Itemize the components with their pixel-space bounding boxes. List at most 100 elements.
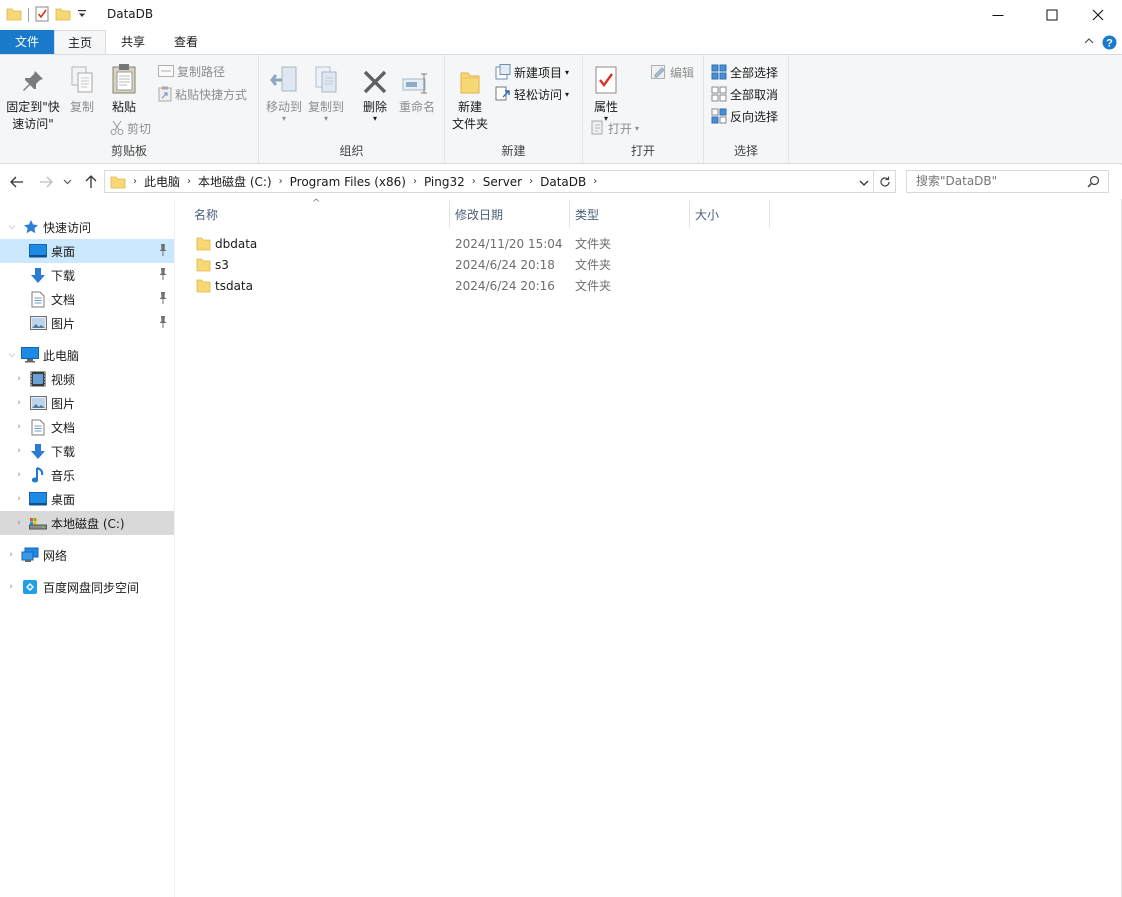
column-header-date[interactable]: 修改日期: [450, 200, 570, 228]
copy-to-button[interactable]: 复制到 ▾: [307, 61, 345, 123]
nav-pc-local-disk[interactable]: › 本地磁盘 (C:): [0, 511, 174, 535]
minimize-button[interactable]: [975, 0, 1021, 30]
breadcrumb-label: 本地磁盘 (C:): [198, 175, 272, 189]
nav-pc-desktop[interactable]: › 桌面: [0, 487, 174, 511]
pin-icon[interactable]: [158, 244, 168, 259]
breadcrumb-ping32[interactable]: Ping32 ›: [424, 171, 483, 192]
chevron-right-icon[interactable]: ›: [14, 374, 24, 384]
open-button[interactable]: 打开 ▾: [591, 118, 639, 138]
paste-button[interactable]: 粘贴: [104, 61, 144, 116]
help-icon[interactable]: ?: [1102, 35, 1117, 53]
title-bar: DataDB: [0, 0, 1122, 30]
pin-to-quick-access-button[interactable]: 固定到"快 速访问": [4, 61, 62, 133]
nav-baidu-sync[interactable]: › 百度网盘同步空间: [0, 575, 174, 599]
breadcrumb-chevron-icon[interactable]: ›: [126, 176, 144, 187]
invert-selection-button[interactable]: 反向选择: [711, 106, 778, 126]
nav-pc-videos[interactable]: › 视频: [0, 367, 174, 391]
chevron-right-icon[interactable]: ›: [14, 422, 24, 432]
new-folder-icon[interactable]: [55, 6, 71, 25]
folder-icon: [110, 174, 126, 190]
nav-qa-pictures[interactable]: 图片: [0, 311, 174, 335]
pin-icon[interactable]: [158, 292, 168, 307]
move-to-button[interactable]: 移动到 ▾: [265, 61, 303, 123]
select-none-button[interactable]: 全部取消: [711, 84, 778, 104]
new-folder-button[interactable]: 新建 文件夹: [449, 61, 491, 133]
breadcrumb-chevron-icon[interactable]: ›: [406, 176, 424, 187]
back-button[interactable]: [8, 173, 26, 191]
breadcrumb-chevron-icon[interactable]: ›: [272, 176, 290, 187]
breadcrumb-chevron-icon[interactable]: ›: [586, 176, 604, 187]
breadcrumb-local-disk[interactable]: 本地磁盘 (C:) ›: [198, 171, 290, 192]
refresh-button[interactable]: [874, 170, 896, 193]
nav-pc-pictures[interactable]: › 图片: [0, 391, 174, 415]
properties-button[interactable]: 属性 ▾: [589, 61, 623, 123]
tab-home[interactable]: 主页: [54, 30, 106, 55]
breadcrumb-chevron-icon[interactable]: ›: [180, 176, 198, 187]
forward-button[interactable]: [37, 173, 55, 191]
recent-locations-button[interactable]: [61, 173, 73, 191]
file-date: 2024/6/24 20:16: [455, 278, 555, 293]
maximize-button[interactable]: [1029, 0, 1075, 30]
breadcrumb-server[interactable]: Server ›: [483, 171, 540, 192]
tab-view[interactable]: 查看: [160, 30, 212, 54]
nav-pc-downloads[interactable]: › 下载: [0, 439, 174, 463]
nav-qa-downloads[interactable]: 下载: [0, 263, 174, 287]
easy-access-button[interactable]: 轻松访问 ▾: [495, 84, 569, 104]
column-header-name[interactable]: 名称: [176, 200, 450, 228]
close-button[interactable]: [1075, 0, 1121, 30]
nav-pc-documents[interactable]: › 文档: [0, 415, 174, 439]
breadcrumb-program-files[interactable]: Program Files (x86) ›: [290, 171, 424, 192]
pin-icon[interactable]: [158, 316, 168, 331]
breadcrumb-this-pc[interactable]: 此电脑 ›: [144, 171, 198, 192]
nav-quick-access[interactable]: ⌵ 快速访问: [0, 215, 174, 239]
select-all-button[interactable]: 全部选择: [711, 62, 778, 82]
file-row[interactable]: dbdata 2024/11/20 15:04 文件夹: [192, 233, 772, 254]
nav-label: 下载: [51, 268, 76, 283]
breadcrumb-chevron-icon[interactable]: ›: [522, 176, 540, 187]
column-header-type[interactable]: 类型: [570, 200, 690, 228]
pin-icon[interactable]: [158, 268, 168, 283]
collapse-ribbon-icon[interactable]: [1083, 35, 1095, 50]
paste-shortcut-button[interactable]: 粘贴快捷方式: [158, 84, 247, 104]
breadcrumb-datadb[interactable]: DataDB ›: [540, 171, 604, 192]
chevron-right-icon[interactable]: ›: [14, 446, 24, 456]
up-button[interactable]: [82, 173, 100, 191]
rename-label: 重命名: [398, 100, 435, 114]
chevron-down-icon[interactable]: ⌵: [7, 350, 17, 360]
breadcrumb-chevron-icon[interactable]: ›: [465, 176, 483, 187]
file-row[interactable]: s3 2024/6/24 20:18 文件夹: [192, 254, 772, 275]
chevron-right-icon[interactable]: ›: [6, 550, 16, 560]
copy-path-button[interactable]: 复制路径: [158, 61, 225, 81]
chevron-right-icon[interactable]: ›: [14, 518, 24, 528]
nav-network[interactable]: › 网络: [0, 543, 174, 567]
nav-qa-documents[interactable]: 文档: [0, 287, 174, 311]
customize-dropdown-icon[interactable]: [77, 8, 87, 22]
chevron-right-icon[interactable]: ›: [14, 470, 24, 480]
properties-icon[interactable]: [35, 6, 49, 25]
search-icon[interactable]: [1087, 175, 1100, 191]
file-row[interactable]: tsdata 2024/6/24 20:16 文件夹: [192, 275, 772, 296]
column-header-size[interactable]: 大小: [690, 200, 770, 228]
address-history-dropdown[interactable]: [859, 176, 869, 190]
search-box[interactable]: [906, 170, 1109, 193]
chevron-right-icon[interactable]: ›: [14, 494, 24, 504]
new-item-button[interactable]: 新建项目 ▾: [495, 62, 569, 82]
edit-button[interactable]: 编辑: [651, 62, 694, 82]
search-input[interactable]: [907, 171, 1077, 191]
nav-this-pc[interactable]: ⌵ 此电脑: [0, 343, 174, 367]
tab-file[interactable]: 文件: [0, 30, 54, 54]
rename-button[interactable]: 重命名: [397, 61, 437, 116]
divider: [28, 8, 29, 22]
chevron-right-icon[interactable]: ›: [14, 398, 24, 408]
tab-share[interactable]: 共享: [110, 30, 156, 54]
nav-qa-desktop[interactable]: 桌面: [0, 239, 174, 263]
delete-button[interactable]: 删除 ▾: [357, 61, 393, 123]
cut-button[interactable]: 剪切: [110, 118, 151, 138]
chevron-down-icon[interactable]: ⌵: [7, 222, 17, 232]
nav-pc-music[interactable]: › 音乐: [0, 463, 174, 487]
copy-button[interactable]: 复制: [64, 61, 100, 116]
address-bar[interactable]: › 此电脑 › 本地磁盘 (C:) › Program Files (x86) › P…: [104, 170, 874, 193]
chevron-right-icon[interactable]: ›: [6, 582, 16, 592]
folder-icon: [196, 236, 211, 254]
column-label: 修改日期: [455, 207, 504, 222]
